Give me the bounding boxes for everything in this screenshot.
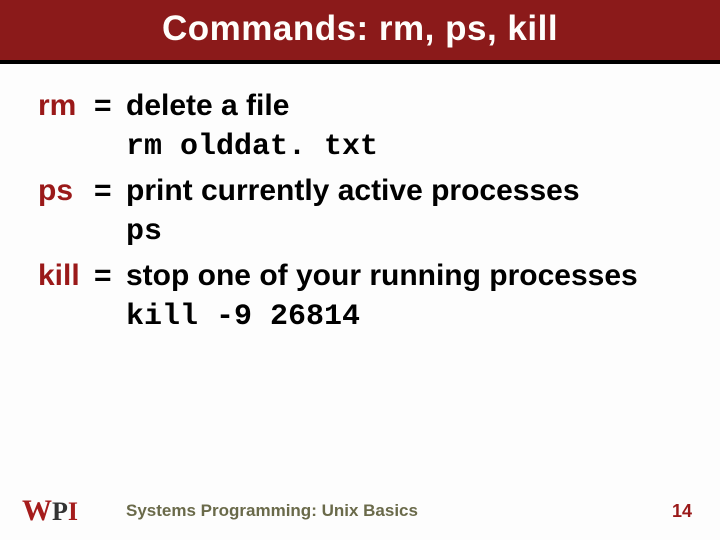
cmd-row-ps: ps = print currently active processes	[38, 171, 682, 212]
cmd-row-kill: kill = stop one of your running processe…	[38, 256, 682, 297]
logo-letter-p: P	[52, 499, 68, 525]
cmd-desc: delete a file	[126, 86, 682, 127]
cmd-example-rm: rm olddat. txt	[38, 127, 682, 168]
cmd-name: kill	[38, 256, 94, 297]
wpi-logo: W P I	[22, 496, 78, 526]
cmd-row-rm: rm = delete a file	[38, 86, 682, 127]
cmd-example-kill: kill -9 26814	[38, 297, 682, 338]
equals: =	[94, 171, 126, 212]
logo-letter-i: I	[68, 499, 78, 525]
slide-body: rm = delete a file rm olddat. txt ps = p…	[0, 64, 720, 337]
cmd-desc: stop one of your running processes	[126, 256, 682, 297]
slide-footer: W P I Systems Programming: Unix Basics 1…	[0, 496, 720, 526]
equals: =	[94, 86, 126, 127]
page-number: 14	[672, 501, 692, 522]
cmd-name: ps	[38, 171, 94, 212]
logo-letter-w: W	[22, 496, 52, 526]
cmd-example-ps: ps	[38, 212, 682, 253]
cmd-desc: print currently active processes	[126, 171, 682, 212]
footer-course-text: Systems Programming: Unix Basics	[78, 501, 672, 521]
slide-title: Commands: rm, ps, kill	[0, 0, 720, 64]
equals: =	[94, 256, 126, 297]
cmd-name: rm	[38, 86, 94, 127]
